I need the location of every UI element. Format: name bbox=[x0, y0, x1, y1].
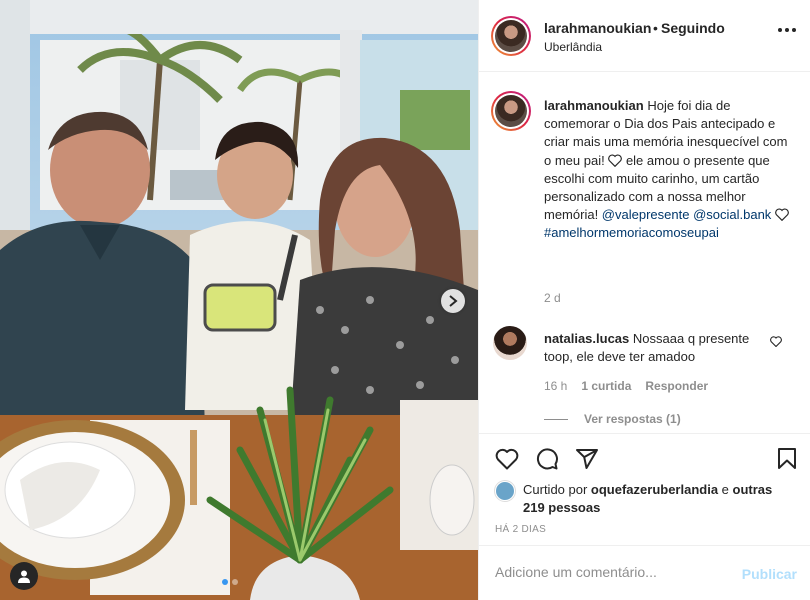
liker-avatar[interactable] bbox=[495, 481, 515, 501]
family-photo bbox=[0, 0, 478, 600]
heart-emoji-icon bbox=[775, 208, 789, 222]
mention-link[interactable]: @valepresente bbox=[602, 207, 690, 222]
comment-icon[interactable] bbox=[535, 447, 559, 471]
tagged-users-button[interactable] bbox=[10, 562, 38, 590]
reply-button[interactable]: Responder bbox=[645, 379, 708, 393]
carousel-next-button[interactable] bbox=[441, 289, 465, 313]
comment-input[interactable] bbox=[495, 564, 725, 580]
likes-summary: Curtido por oquefazeruberlandia e outras… bbox=[523, 481, 793, 517]
caption-author-avatar[interactable] bbox=[491, 91, 531, 131]
heart-emoji-icon bbox=[608, 154, 623, 167]
like-heart-icon[interactable] bbox=[495, 447, 519, 471]
comment-text: natalias.lucas Nossaaa q presente toop, … bbox=[544, 330, 764, 366]
comment-likes[interactable]: 1 curtida bbox=[581, 379, 631, 393]
author-avatar[interactable] bbox=[491, 16, 531, 56]
divider-line bbox=[544, 418, 568, 420]
likes-prefix: Curtido por bbox=[523, 482, 591, 497]
liker-username[interactable]: oquefazeruberlandia bbox=[591, 482, 718, 497]
commenter-avatar[interactable] bbox=[493, 326, 527, 360]
user-icon bbox=[18, 570, 30, 583]
carousel-dot bbox=[222, 579, 228, 585]
like-comment-heart-icon[interactable] bbox=[770, 336, 782, 347]
comment-timestamp[interactable]: 16 h bbox=[544, 379, 567, 393]
commenter-username[interactable]: natalias.lucas bbox=[544, 331, 629, 346]
separator-dot: • bbox=[653, 20, 658, 36]
view-replies-label: Ver respostas (1) bbox=[584, 412, 681, 426]
post-photo[interactable] bbox=[0, 0, 478, 600]
caption-username[interactable]: larahmanoukian bbox=[544, 98, 644, 113]
share-direct-icon[interactable] bbox=[575, 447, 599, 471]
comment-meta: 16 h 1 curtida Responder bbox=[544, 379, 708, 393]
more-options-icon[interactable] bbox=[778, 28, 796, 32]
author-username[interactable]: larahmanoukian bbox=[544, 20, 651, 36]
caption-timestamp[interactable]: 2 d bbox=[544, 291, 561, 305]
mention-link[interactable]: @social.bank bbox=[693, 207, 771, 222]
likes-connector: e bbox=[718, 482, 733, 497]
publish-button[interactable]: Publicar bbox=[742, 566, 797, 582]
hashtag-link[interactable]: #amelhormemoriacomoseupai bbox=[544, 225, 719, 240]
view-replies-button[interactable]: Ver respostas (1) bbox=[544, 412, 681, 426]
chevron-right-icon bbox=[449, 295, 458, 307]
post-header: larahmanoukian • Seguindo Uberlândia bbox=[479, 0, 810, 72]
post-date[interactable]: HÁ 2 DIAS bbox=[495, 524, 546, 535]
caption-text: larahmanoukian Hoje foi dia de comemorar… bbox=[544, 97, 794, 243]
carousel-dot bbox=[232, 579, 238, 585]
post-actions: Curtido por oquefazeruberlandia e outras… bbox=[479, 433, 810, 545]
comments-section[interactable]: larahmanoukian Hoje foi dia de comemorar… bbox=[479, 73, 810, 433]
post-side-panel: larahmanoukian • Seguindo Uberlândia lar… bbox=[478, 0, 810, 600]
following-button[interactable]: Seguindo bbox=[661, 20, 725, 36]
save-bookmark-icon[interactable] bbox=[775, 447, 799, 471]
carousel-indicator bbox=[222, 579, 238, 585]
post-location[interactable]: Uberlândia bbox=[544, 40, 602, 54]
add-comment-bar: Publicar bbox=[479, 545, 810, 600]
